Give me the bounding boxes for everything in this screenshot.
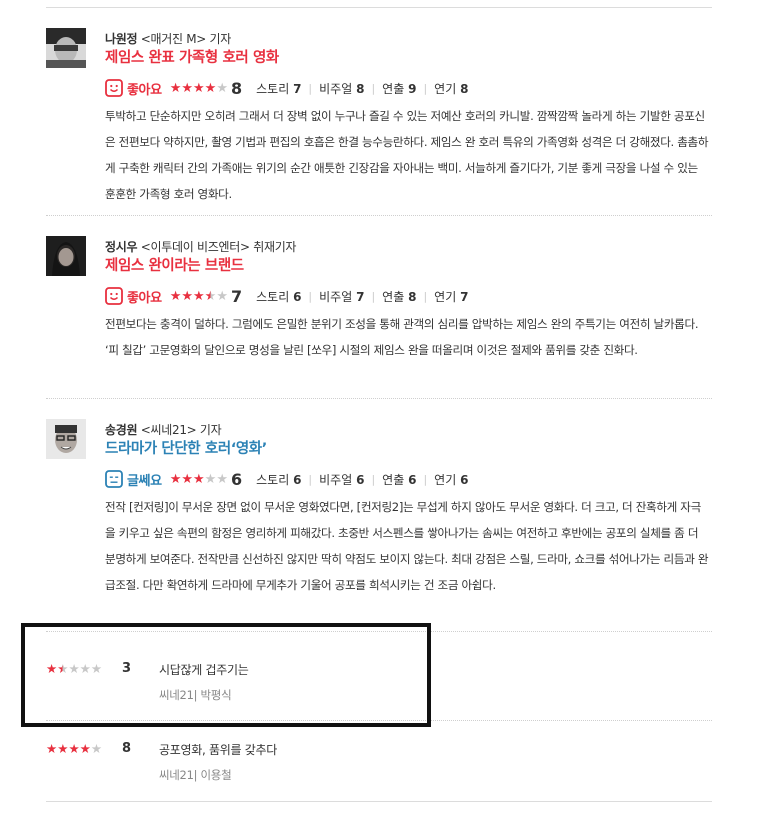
star-icon: ★ [68, 741, 80, 756]
verdict-label: 좋아요 [127, 290, 162, 306]
sub-score-visual: 비주얼 8 [319, 81, 365, 96]
star-icon: ★ [181, 80, 193, 96]
bottom-divider [46, 801, 712, 802]
smile-face-icon [105, 287, 123, 305]
sub-score-story: 스토리 7 [256, 81, 302, 96]
rating-row: 글쎄요 ★ ★ ★ ★ ★ 6 스토리 6 | 비주얼 6 | 연출 6 | 연기 6 [105, 469, 468, 489]
short-review-title: 공포영화, 품위를 갖추다 [159, 743, 277, 757]
star-icon: ★ [216, 288, 228, 304]
star-icon: ★ [193, 80, 205, 96]
byline: 송경원 <씨네21> 기자 [105, 421, 222, 438]
sub-score-story: 스토리 6 [256, 472, 302, 487]
star-half-icon: ★ [204, 288, 217, 304]
avatar[interactable] [46, 28, 86, 68]
highlight-box [21, 623, 431, 727]
smile-face-icon [105, 79, 123, 97]
neutral-face-icon [105, 470, 123, 488]
star-icon: ★ [193, 288, 205, 304]
star-icon: ★ [193, 471, 205, 487]
separator: | [371, 472, 376, 486]
sub-score-direction: 연출 8 [382, 289, 417, 304]
star-rating: ★ ★ ★ ★ ★ [170, 82, 228, 95]
review-headline[interactable]: 제임스 완표 가족형 호러 영화 [105, 46, 279, 67]
star-icon: ★ [181, 288, 193, 304]
verdict-label: 좋아요 [127, 82, 162, 98]
author-name[interactable]: 정시우 [105, 240, 138, 254]
star-icon: ★ [169, 471, 182, 487]
star-icon: ★ [169, 80, 182, 96]
star-icon: ★ [169, 288, 182, 304]
total-score: 6 [230, 469, 243, 489]
sub-score-acting: 연기 8 [434, 81, 469, 96]
star-icon: ★ [204, 471, 217, 487]
separator: | [423, 81, 428, 95]
total-score: 7 [230, 286, 243, 306]
star-icon: ★ [216, 80, 228, 96]
star-icon: ★ [181, 471, 193, 487]
short-review-2: ★ ★ ★ ★ ★ 8 공포영화, 품위를 갖추다 씨네21| 이용철 [46, 738, 712, 798]
top-divider [46, 7, 712, 8]
outlet: <매거진 M> 기자 [140, 32, 232, 46]
separator: | [423, 289, 428, 303]
sub-score-visual: 비주얼 7 [319, 289, 365, 304]
separator: | [308, 81, 313, 95]
avatar[interactable] [46, 419, 86, 459]
star-rating: ★ ★ ★ ★ ★ [46, 741, 103, 756]
sub-score-direction: 연출 9 [382, 81, 417, 96]
star-icon: ★ [90, 741, 103, 756]
sub-score-acting: 연기 6 [434, 472, 469, 487]
star-rating: ★ ★ ★ ★ ★ [170, 290, 228, 303]
short-review-source: 씨네21| 이용철 [159, 768, 232, 782]
rating-row: 좋아요 ★ ★ ★ ★ ★ 7 스토리 6 | 비주얼 7 | 연출 8 | 연기 7 [105, 286, 468, 306]
separator: | [371, 81, 376, 95]
star-icon: ★ [57, 741, 69, 756]
review-divider [46, 215, 712, 216]
review-divider [46, 398, 712, 399]
separator: | [308, 289, 313, 303]
review-body: 전작 [컨저링]이 무서운 장면 없이 무서운 영화였다면, [컨저링2]는 무… [105, 500, 709, 592]
star-icon: ★ [216, 471, 228, 487]
rating-row: 좋아요 ★ ★ ★ ★ ★ 8 스토리 7 | 비주얼 8 | 연출 9 | 연기 8 [105, 78, 468, 98]
review-body: 투박하고 단순하지만 오히려 그래서 더 장벽 없이 누구나 즐길 수 있는 저… [105, 109, 709, 201]
review-headline[interactable]: 제임스 완이라는 브랜드 [105, 254, 244, 275]
author-name[interactable]: 송경원 [105, 423, 138, 437]
byline: 정시우 <이투데이 비즈엔터> 취재기자 [105, 238, 296, 255]
outlet: <이투데이 비즈엔터> 취재기자 [140, 240, 297, 254]
total-score: 8 [230, 78, 243, 98]
separator: | [308, 472, 313, 486]
separator: | [371, 289, 376, 303]
star-icon: ★ [79, 741, 91, 756]
review-body: 전편보다는 충격이 덜하다. 그럼에도 은밀한 분위기 조성을 통해 관객의 심… [105, 317, 699, 357]
sub-score-story: 스토리 6 [256, 289, 302, 304]
verdict-label: 글쎄요 [127, 473, 162, 489]
star-icon: ★ [204, 80, 217, 96]
sub-score-direction: 연출 6 [382, 472, 417, 487]
separator: | [423, 472, 428, 486]
author-name[interactable]: 나원정 [105, 32, 138, 46]
review-headline[interactable]: 드라마가 단단한 호러‘영화’ [105, 437, 267, 458]
byline: 나원정 <매거진 M> 기자 [105, 30, 231, 47]
short-review-score: 8 [122, 741, 132, 756]
outlet: <씨네21> 기자 [140, 423, 222, 437]
avatar[interactable] [46, 236, 86, 276]
star-icon: ★ [46, 741, 58, 756]
sub-score-acting: 연기 7 [434, 289, 469, 304]
star-rating: ★ ★ ★ ★ ★ [170, 473, 228, 486]
sub-score-visual: 비주얼 6 [319, 472, 365, 487]
